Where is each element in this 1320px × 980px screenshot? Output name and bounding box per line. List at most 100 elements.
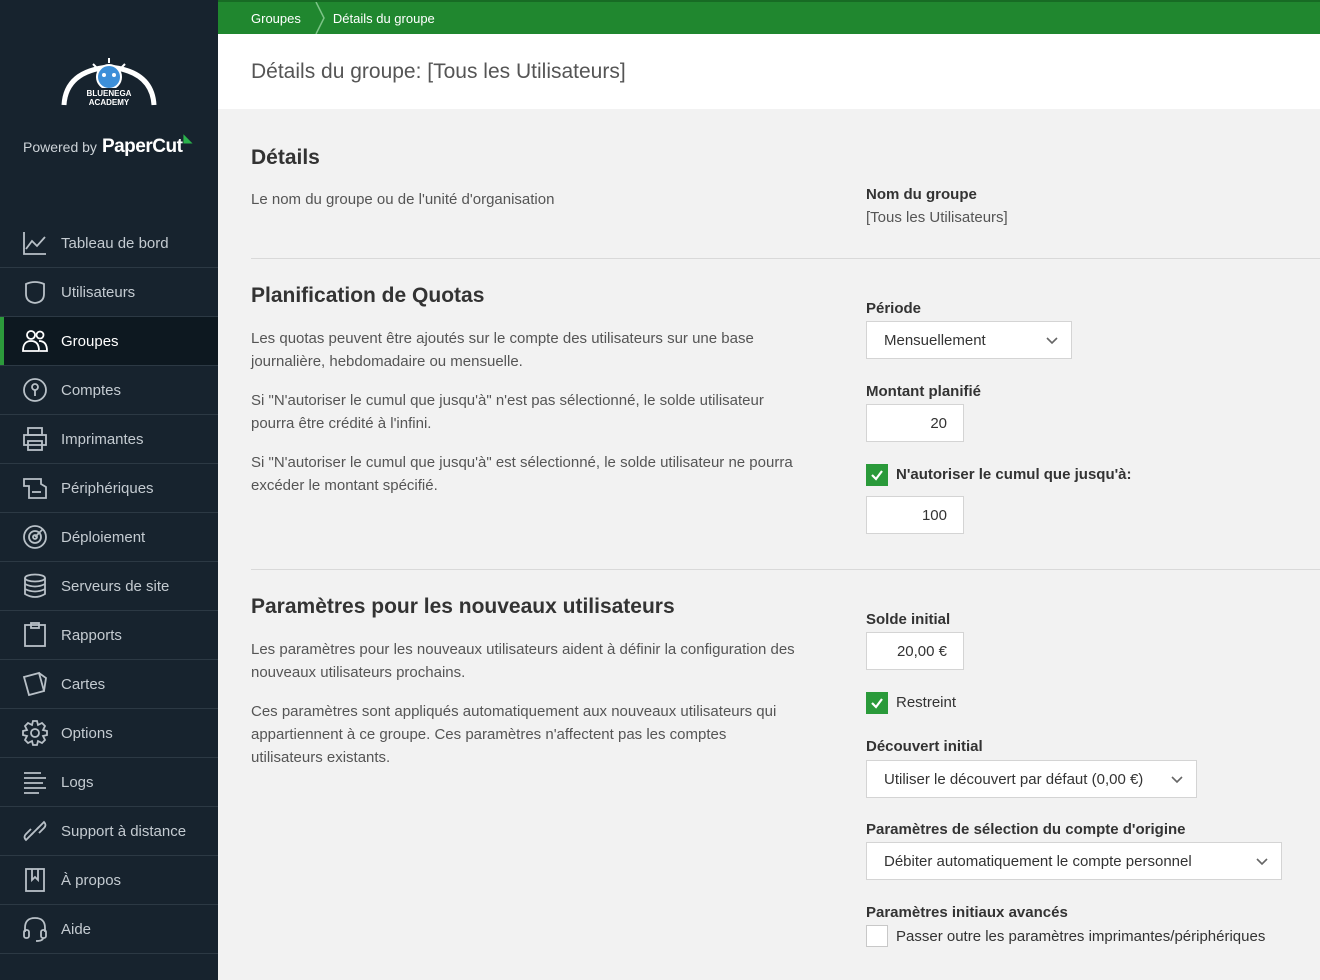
new-users-description-2: Ces paramètres sont appliqués automatiqu…: [251, 703, 777, 766]
sidebar-item-remote-support[interactable]: Support à distance: [0, 807, 218, 856]
breadcrumb-separator-icon: [315, 1, 325, 35]
headset-icon: [21, 915, 49, 943]
details-description: Le nom du groupe ou de l'unité d'organis…: [251, 191, 555, 208]
device-icon: [21, 474, 49, 502]
cumul-input[interactable]: 100: [866, 496, 964, 534]
sidebar-item-label: Options: [61, 724, 113, 742]
logo-text-top: BLUENEGA: [87, 89, 132, 98]
deployment-icon: [21, 523, 49, 551]
clipboard-icon: [21, 621, 49, 649]
sidebar-item-label: Périphériques: [61, 479, 154, 497]
restricted-label: Restreint: [896, 694, 957, 711]
sidebar-item-label: Support à distance: [61, 822, 187, 840]
main-content: Détails Le nom du groupe ou de l'unité d…: [251, 109, 1320, 980]
powered-by-papercut: Powered by PaperCut ◣: [23, 131, 193, 162]
chevron-down-icon: [1046, 337, 1058, 345]
sidebar-item-cards[interactable]: Cartes: [0, 660, 218, 709]
quota-description-2: Si "N'autoriser le cumul que jusqu'à" n'…: [251, 392, 764, 432]
sidebar-item-deployment[interactable]: Déploiement: [0, 513, 218, 562]
group-name-label: Nom du groupe: [866, 186, 977, 203]
sidebar-item-help[interactable]: Aide: [0, 905, 218, 954]
initial-balance-label: Solde initial: [866, 611, 951, 628]
page-title: Détails du groupe: [Tous les Utilisateur…: [251, 59, 626, 83]
period-select-value: Mensuellement: [884, 331, 986, 349]
sidebar-item-label: Aide: [61, 920, 92, 938]
amount-label: Montant planifié: [866, 383, 981, 400]
bluenega-academy-logo: BLUENEGA ACADEMY: [0, 55, 218, 115]
link-icon: [21, 817, 49, 845]
sidebar-item-label: Tableau de bord: [61, 234, 169, 252]
account-selection-value: Débiter automatiquement le compte person…: [884, 852, 1192, 870]
book-icon: [21, 866, 49, 894]
logo-text-bottom: ACADEMY: [89, 98, 130, 107]
page-header: Détails du groupe: [Tous les Utilisateur…: [218, 34, 1320, 109]
printer-icon: [21, 425, 49, 453]
chart-line-icon: [21, 229, 49, 257]
sidebar-item-site-servers[interactable]: Serveurs de site: [0, 562, 218, 611]
account-icon: [21, 376, 49, 404]
breadcrumb-groups[interactable]: Groupes: [218, 2, 315, 34]
section-title-quota: Planification de Quotas: [251, 284, 485, 307]
sidebar-item-groups[interactable]: Groupes: [0, 317, 218, 366]
user-icon: [21, 278, 49, 306]
account-selection-label: Paramètres de sélection du compte d'orig…: [866, 821, 1186, 838]
initial-balance-input[interactable]: 20,00 €: [866, 632, 964, 670]
sidebar-item-label: Serveurs de site: [61, 577, 170, 595]
papercut-mark-icon: ◣: [183, 131, 193, 145]
sidebar-item-options[interactable]: Options: [0, 709, 218, 758]
group-name-value: [Tous les Utilisateurs]: [866, 209, 1008, 226]
sidebar-item-accounts[interactable]: Comptes: [0, 366, 218, 415]
sidebar-item-label: Cartes: [61, 675, 106, 693]
database-icon: [21, 572, 49, 600]
logs-icon: [21, 768, 49, 796]
sidebar-item-users[interactable]: Utilisateurs: [0, 268, 218, 317]
sidebar-item-reports[interactable]: Rapports: [0, 611, 218, 660]
sidebar-item-label: Logs: [61, 773, 94, 791]
sidebar-item-devices[interactable]: Périphériques: [0, 464, 218, 513]
sidebar: BLUENEGA ACADEMY Powered by PaperCut ◣ T…: [0, 0, 218, 980]
gear-icon: [21, 719, 49, 747]
sidebar-nav: Tableau de bord Utilisateurs Groupes Com…: [0, 219, 218, 954]
quota-description-3: Si "N'autoriser le cumul que jusqu'à" es…: [251, 454, 793, 494]
quota-description-1: Les quotas peuvent être ajoutés sur le c…: [251, 330, 754, 370]
new-users-description-1: Les paramètres pour les nouveaux utilisa…: [251, 641, 795, 681]
powered-by-text: Powered by: [23, 139, 97, 155]
overdraft-select-value: Utiliser le découvert par défaut (0,00 €…: [884, 770, 1144, 788]
sidebar-item-dashboard[interactable]: Tableau de bord: [0, 219, 218, 268]
section-quota: Planification de Quotas Les quotas peuve…: [251, 259, 1320, 570]
breadcrumb: Groupes Détails du groupe: [218, 0, 1320, 35]
section-title-details: Détails: [251, 146, 320, 169]
amount-input[interactable]: 20: [866, 404, 964, 442]
overdraft-select[interactable]: Utiliser le découvert par défaut (0,00 €…: [866, 760, 1197, 798]
section-title-new-users: Paramètres pour les nouveaux utilisateur…: [251, 595, 675, 618]
sidebar-item-logs[interactable]: Logs: [0, 758, 218, 807]
sidebar-item-about[interactable]: À propos: [0, 856, 218, 905]
papercut-brand: PaperCut: [101, 136, 183, 157]
sidebar-item-label: Groupes: [61, 332, 119, 350]
cumul-checkbox[interactable]: [866, 464, 888, 486]
sidebar-item-label: Utilisateurs: [61, 283, 136, 301]
sidebar-item-label: Comptes: [61, 381, 122, 399]
checkmark-icon: [871, 470, 883, 481]
section-details: Détails Le nom du groupe ou de l'unité d…: [251, 109, 1320, 259]
group-icon: [21, 327, 49, 355]
overdraft-label: Découvert initial: [866, 738, 983, 755]
sidebar-item-printers[interactable]: Imprimantes: [0, 415, 218, 464]
chevron-down-icon: [1256, 858, 1268, 866]
sidebar-item-label: À propos: [61, 871, 122, 889]
period-select[interactable]: Mensuellement: [866, 321, 1072, 359]
checkmark-icon: [871, 698, 883, 709]
chevron-down-icon: [1171, 776, 1183, 784]
sidebar-item-label: Rapports: [61, 626, 122, 644]
override-label: Passer outre les paramètres imprimantes/…: [896, 928, 1266, 945]
override-checkbox[interactable]: [866, 925, 888, 947]
advanced-settings-label: Paramètres initiaux avancés: [866, 904, 1068, 921]
restricted-checkbox[interactable]: [866, 692, 888, 714]
account-selection-select[interactable]: Débiter automatiquement le compte person…: [866, 842, 1282, 880]
section-new-users: Paramètres pour les nouveaux utilisateur…: [251, 570, 1320, 980]
breadcrumb-group-details: Détails du groupe: [332, 10, 435, 26]
cumul-label: N'autoriser le cumul que jusqu'à:: [896, 466, 1132, 483]
period-label: Période: [866, 300, 922, 317]
cards-icon: [21, 670, 49, 698]
sidebar-item-label: Déploiement: [61, 528, 146, 546]
